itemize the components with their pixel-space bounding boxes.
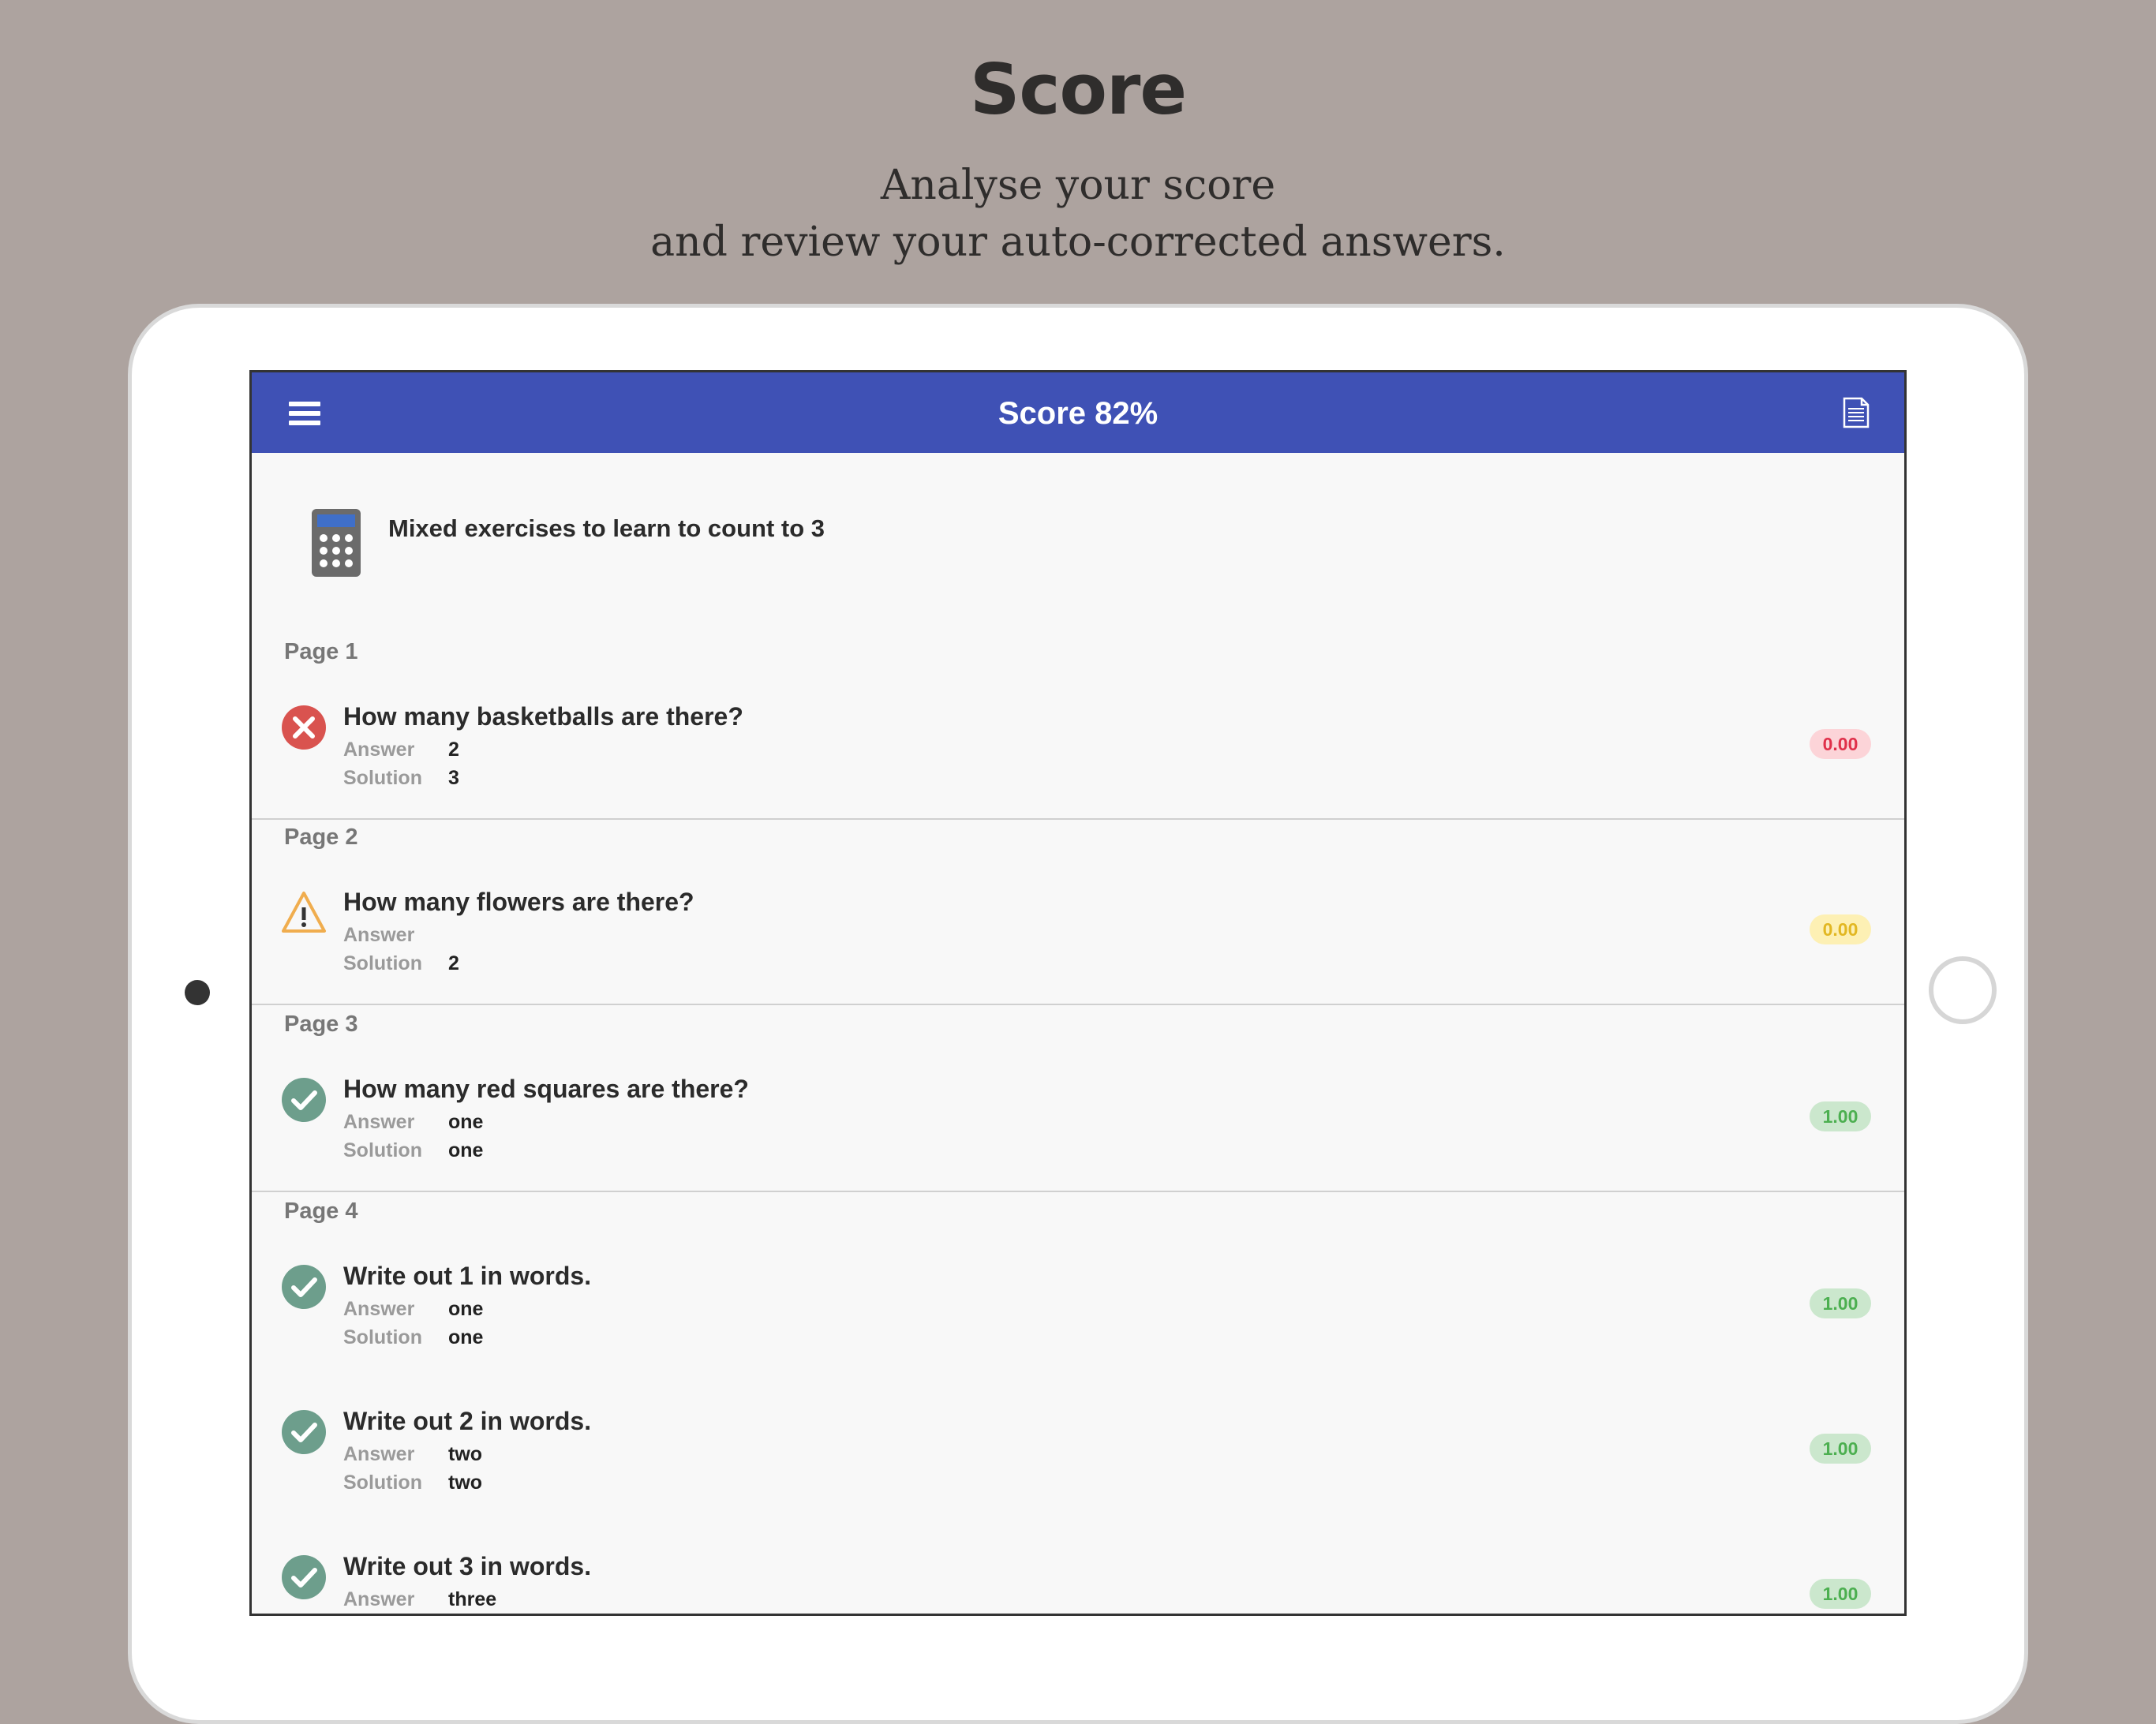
exercise-header: Mixed exercises to learn to count to 3 <box>252 453 1904 595</box>
check-icon <box>282 1265 326 1309</box>
question-text: How many flowers are there? <box>343 888 694 916</box>
promo-title: Score <box>969 49 1187 130</box>
calculator-icon <box>312 509 361 577</box>
solution-value: two <box>448 1472 483 1494</box>
page-label: Page 4 <box>284 1199 358 1224</box>
score-badge: 0.00 <box>1810 914 1871 944</box>
check-icon <box>282 1410 326 1454</box>
answer-label: Answer <box>343 1111 415 1133</box>
solution-value: one <box>448 1326 484 1348</box>
question-row[interactable]: How many basketballs are there? Answer 2… <box>252 702 1904 813</box>
promo-subtitle-line-2: and review your auto-corrected answers. <box>650 219 1506 266</box>
divider <box>252 1191 1904 1192</box>
answer-label: Answer <box>343 739 415 761</box>
score-badge: 1.00 <box>1810 1434 1871 1464</box>
question-row[interactable]: How many flowers are there? Answer Solut… <box>252 888 1904 998</box>
question-row[interactable]: How many red squares are there? Answer o… <box>252 1075 1904 1185</box>
score-badge: 1.00 <box>1810 1288 1871 1318</box>
question-row[interactable]: Write out 3 in words. Answer three 1.00 <box>252 1552 1904 1614</box>
divider <box>252 818 1904 820</box>
page-label: Page 3 <box>284 1012 358 1037</box>
solution-label: Solution <box>343 1326 422 1348</box>
page-label: Page 1 <box>284 639 358 664</box>
divider <box>252 1004 1904 1005</box>
solution-label: Solution <box>343 767 422 789</box>
score-badge: 1.00 <box>1810 1101 1871 1131</box>
answer-value: three <box>448 1588 497 1610</box>
answer-label: Answer <box>343 1588 415 1610</box>
app-bar: Score 82% <box>252 372 1904 453</box>
check-icon <box>282 1078 326 1122</box>
solution-label: Solution <box>343 1472 422 1494</box>
wrong-icon <box>282 705 326 750</box>
question-row[interactable]: Write out 2 in words. Answer two Solutio… <box>252 1407 1904 1517</box>
answer-label: Answer <box>343 1298 415 1320</box>
question-text: Write out 3 in words. <box>343 1552 592 1580</box>
question-text: How many basketballs are there? <box>343 702 743 731</box>
question-row[interactable]: Write out 1 in words. Answer one Solutio… <box>252 1262 1904 1372</box>
document-icon[interactable] <box>1843 397 1870 428</box>
solution-label: Solution <box>343 1139 422 1161</box>
solution-value: one <box>448 1139 484 1161</box>
solution-value: 2 <box>448 952 459 974</box>
solution-value: 3 <box>448 767 459 789</box>
answer-value: two <box>448 1443 483 1465</box>
answer-value: one <box>448 1298 484 1320</box>
answer-value: 2 <box>448 739 459 761</box>
score-badge: 0.00 <box>1810 729 1871 759</box>
check-icon <box>282 1555 326 1599</box>
home-button[interactable] <box>1929 956 1997 1024</box>
question-text: How many red squares are there? <box>343 1075 749 1103</box>
score-badge: 1.00 <box>1810 1579 1871 1609</box>
score-title: Score 82% <box>998 396 1158 431</box>
app-screen: Score 82% Mixed exercises to learn to co… <box>249 370 1907 1616</box>
question-text: Write out 2 in words. <box>343 1407 592 1435</box>
exercise-title: Mixed exercises to learn to count to 3 <box>388 514 825 542</box>
warning-icon <box>282 892 326 933</box>
camera-dot <box>185 980 210 1005</box>
answer-value: one <box>448 1111 484 1133</box>
question-text: Write out 1 in words. <box>343 1262 592 1290</box>
answer-label: Answer <box>343 924 415 946</box>
page-label: Page 2 <box>284 825 358 850</box>
promo-subtitle-line-1: Analyse your score <box>880 162 1276 209</box>
solution-label: Solution <box>343 952 422 974</box>
answer-label: Answer <box>343 1443 415 1465</box>
